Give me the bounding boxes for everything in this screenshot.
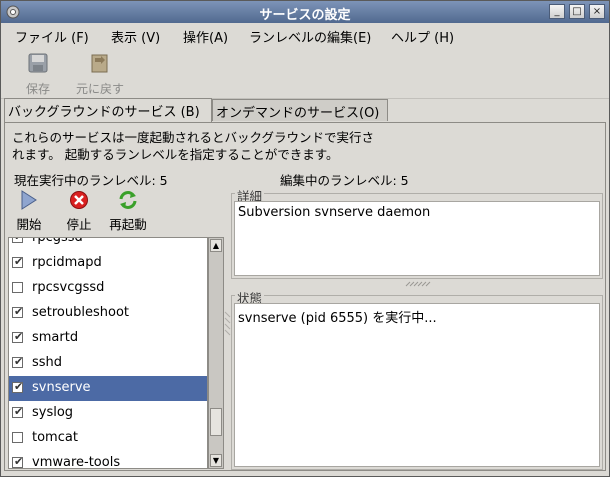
revert-icon xyxy=(91,54,108,73)
toolbar: 保存 元に戻す xyxy=(1,48,609,99)
list-item[interactable]: rpcsvcgssd xyxy=(9,276,207,301)
service-name: rpcsvcgssd xyxy=(32,280,105,295)
check-icon: ✔ xyxy=(14,355,24,368)
stop-icon xyxy=(70,191,88,209)
revert-label: 元に戻す xyxy=(75,82,124,96)
close-button[interactable]: × xyxy=(589,4,605,19)
service-actions: 開始 停止 再起動 xyxy=(8,188,230,236)
service-checkbox[interactable]: ✔ xyxy=(12,405,24,418)
restart-button[interactable]: 再起動 xyxy=(106,190,150,233)
check-icon: ✔ xyxy=(14,305,24,318)
service-checkbox[interactable]: ✔ xyxy=(12,305,24,318)
start-label: 開始 xyxy=(16,217,42,232)
service-name: sshd xyxy=(32,355,63,370)
current-runlevel: 現在実行中のランレベル: 5 xyxy=(14,173,168,188)
list-item[interactable]: ✔ rpcidmapd xyxy=(9,251,207,276)
play-icon xyxy=(21,190,37,210)
service-checkbox[interactable]: ✔ xyxy=(12,355,24,368)
service-checkbox[interactable]: ✔ xyxy=(12,330,24,343)
scroll-down-arrow-icon[interactable]: ▼ xyxy=(210,454,222,467)
check-icon: ✔ xyxy=(14,238,23,243)
revert-button[interactable]: 元に戻す xyxy=(71,52,129,97)
list-item-selected[interactable]: ✔ svnserve xyxy=(9,376,207,401)
list-item[interactable]: ✔ rpcgssd xyxy=(9,237,207,251)
service-checkbox[interactable]: ✔ xyxy=(12,455,24,468)
service-checkbox[interactable]: ✔ xyxy=(12,380,24,393)
service-checkbox[interactable] xyxy=(12,432,23,443)
service-name: tomcat xyxy=(32,430,78,445)
check-icon: ✔ xyxy=(14,330,24,343)
check-icon: ✔ xyxy=(14,380,24,393)
check-icon: ✔ xyxy=(14,255,24,268)
description-line-1: これらのサービスは一度起動されるとバックグラウンドで実行さ xyxy=(12,130,375,145)
save-button[interactable]: 保存 xyxy=(21,52,55,97)
save-icon xyxy=(28,53,48,73)
restart-icon xyxy=(119,191,137,209)
status-text: svnserve (pid 6555) を実行中... xyxy=(234,303,600,467)
maximize-button[interactable]: □ xyxy=(569,4,585,19)
splitter-grip-icon[interactable] xyxy=(224,310,232,340)
service-name: setroubleshoot xyxy=(32,305,129,320)
service-name: svnserve xyxy=(32,380,91,395)
restart-label: 再起動 xyxy=(109,217,147,232)
minimize-button[interactable]: _ xyxy=(549,4,565,19)
description-text: これらのサービスは一度起動されるとバックグラウンドで実行さ れます。 起動するラ… xyxy=(12,129,432,163)
list-item[interactable]: ✔ vmware-tools xyxy=(9,451,207,469)
tab-on-demand-services[interactable]: オンデマンドのサービス(O) xyxy=(212,99,388,121)
menu-file[interactable]: ファイル (F) xyxy=(15,27,89,46)
scroll-thumb[interactable] xyxy=(210,408,222,436)
editing-runlevel: 編集中のランレベル: 5 xyxy=(280,173,409,188)
service-checkbox[interactable]: ✔ xyxy=(12,255,24,268)
window-title: サービスの設定 xyxy=(259,8,351,23)
services-list[interactable]: ✔ rpcgssd ✔ rpcidmapd rpcsvcgssd ✔ setro… xyxy=(8,237,208,469)
description-line-2: れます。 起動するランレベルを指定することができます。 xyxy=(12,147,339,162)
tab-background-services[interactable]: バックグラウンドのサービス (B) xyxy=(4,98,212,122)
menu-bar: ファイル (F) 表示 (V) 操作(A) ランレベルの編集(E) ヘルプ (H… xyxy=(1,23,609,47)
service-name: smartd xyxy=(32,330,79,345)
list-item[interactable]: ✔ setroubleshoot xyxy=(9,301,207,326)
pane-resize-grip[interactable] xyxy=(405,281,431,287)
service-checkbox[interactable] xyxy=(12,282,23,293)
service-name: rpcgssd xyxy=(32,237,83,245)
menu-help[interactable]: ヘルプ (H) xyxy=(391,27,454,46)
menu-actions[interactable]: 操作(A) xyxy=(183,27,228,46)
title-bar[interactable]: サービスの設定 _ □ × xyxy=(1,1,609,23)
check-icon: ✔ xyxy=(14,455,24,468)
scroll-up-arrow-icon[interactable]: ▲ xyxy=(210,239,222,252)
stop-button[interactable]: 停止 xyxy=(64,190,94,233)
service-name: vmware-tools xyxy=(32,455,121,469)
list-scrollbar[interactable]: ▲ ▼ xyxy=(208,237,224,469)
stop-label: 停止 xyxy=(66,217,92,232)
list-item[interactable]: tomcat xyxy=(9,426,207,451)
save-label: 保存 xyxy=(25,82,50,96)
list-item[interactable]: ✔ smartd xyxy=(9,326,207,351)
service-name: rpcidmapd xyxy=(32,255,102,270)
menu-view[interactable]: 表示 (V) xyxy=(111,27,160,46)
service-name: syslog xyxy=(32,405,74,420)
list-item[interactable]: ✔ sshd xyxy=(9,351,207,376)
list-item[interactable]: ✔ syslog xyxy=(9,401,207,426)
check-icon: ✔ xyxy=(14,405,24,418)
menu-edit-runlevel[interactable]: ランレベルの編集(E) xyxy=(249,27,371,46)
details-text: Subversion svnserve daemon xyxy=(234,201,600,276)
start-button[interactable]: 開始 xyxy=(14,190,44,233)
service-checkbox[interactable]: ✔ xyxy=(12,238,23,243)
